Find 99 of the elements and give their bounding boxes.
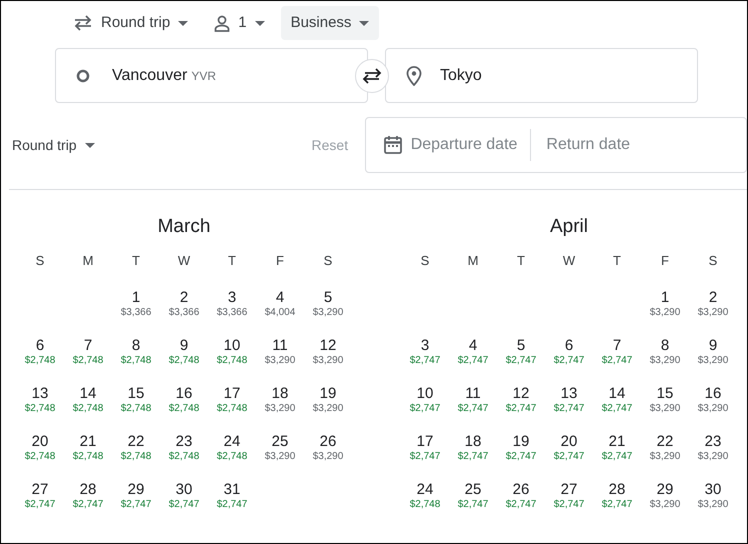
calendar-day[interactable]: 13 $2,747 (545, 384, 593, 432)
calendar-day[interactable]: 22 $3,290 (641, 432, 689, 480)
weekday-label: W (176, 252, 192, 270)
date-field[interactable]: Departure date Return date (364, 117, 747, 173)
location-pin-icon (406, 66, 422, 86)
calendar-day[interactable]: 14 $2,747 (593, 384, 641, 432)
calendar-day[interactable]: 21 $2,748 (64, 432, 112, 480)
weekday-label: M (82, 252, 94, 270)
calendar-day[interactable]: 8 $3,290 (641, 336, 689, 384)
weekday-label: S (708, 252, 718, 270)
calendar-day[interactable]: 5 $3,290 (304, 288, 352, 336)
calendar-day[interactable]: 23 $2,748 (160, 432, 208, 480)
destination-text: Tokyo (440, 66, 482, 86)
calendar-day[interactable]: 10 $2,747 (401, 384, 449, 432)
weekday-label: T (227, 252, 237, 270)
calendar-day[interactable]: 20 $2,748 (16, 432, 64, 480)
trip-type-dropdown[interactable]: Round trip (1, 134, 307, 156)
calendar-day[interactable]: 14 $2,748 (64, 384, 112, 432)
caret-icon (359, 20, 370, 26)
trip-type-dropdown[interactable]: Round trip (63, 6, 198, 40)
weekday-label: T (612, 252, 622, 270)
weekday-label: T (131, 252, 141, 270)
calendar-day[interactable]: 9 $2,748 (160, 336, 208, 384)
calendar-day[interactable]: 28 $2,747 (64, 480, 112, 528)
swap-arrows-icon (362, 68, 382, 84)
calendar-day[interactable]: 30 $2,747 (160, 480, 208, 528)
calendar-day[interactable]: 12 $3,290 (304, 336, 352, 384)
swap-button[interactable] (355, 58, 389, 92)
calendar-day[interactable]: 7 $2,748 (64, 336, 112, 384)
calendar-day[interactable]: 25 $2,747 (449, 480, 497, 528)
calendar-day[interactable]: 26 $3,290 (304, 432, 352, 480)
calendar-day[interactable]: 1 $3,366 (112, 288, 160, 336)
calendar-icon (382, 135, 403, 155)
calendar-day[interactable]: 18 $3,290 (256, 384, 304, 432)
calendar-day[interactable]: 22 $2,748 (112, 432, 160, 480)
weekday-label: M (466, 252, 480, 270)
weekday-label: S (420, 252, 430, 270)
return-date-placeholder: Return date (546, 135, 630, 155)
calendar-day[interactable]: 4 $4,004 (256, 288, 304, 336)
calendar-day[interactable]: 20 $2,747 (545, 432, 593, 480)
caret-icon (178, 20, 188, 26)
calendar-day[interactable]: 11 $3,290 (256, 336, 304, 384)
caret-icon (254, 20, 265, 26)
calendar-day[interactable]: 8 $2,748 (112, 336, 160, 384)
calendar-day[interactable]: 12 $2,747 (497, 384, 545, 432)
passenger-dropdown[interactable]: 1 (204, 6, 275, 40)
calendar-day[interactable]: 15 $3,290 (641, 384, 689, 432)
calendar-day[interactable]: 4 $2,747 (449, 336, 497, 384)
month-title: March (156, 215, 212, 239)
calendar-day[interactable]: 2 $3,290 (689, 288, 737, 336)
month-title: April (548, 215, 589, 239)
person-icon (214, 14, 230, 32)
calendar-day[interactable]: 30 $3,290 (689, 480, 737, 528)
calendar-day[interactable]: 24 $2,748 (401, 480, 449, 528)
swap-arrows-icon (73, 15, 93, 31)
weekday-label: S (322, 252, 334, 270)
calendar-day[interactable]: 29 $2,747 (112, 480, 160, 528)
circle-icon (76, 68, 90, 82)
cabin-class-dropdown[interactable]: Business (280, 6, 380, 40)
destination-field[interactable]: Tokyo (385, 48, 698, 103)
calendar-day[interactable]: 7 $2,747 (593, 336, 641, 384)
calendar-day[interactable]: 18 $2,747 (449, 432, 497, 480)
origin-field[interactable]: Vancouver YVR (55, 48, 368, 103)
calendar-day[interactable]: 9 $3,290 (689, 336, 737, 384)
calendar-day[interactable]: 10 $2,748 (208, 336, 256, 384)
caret-icon (84, 142, 95, 148)
calendar-day[interactable]: 17 $2,747 (401, 432, 449, 480)
weekday-label: F (660, 252, 670, 270)
calendar-day[interactable]: 15 $2,748 (112, 384, 160, 432)
weekday-label: T (516, 252, 526, 270)
calendar-day[interactable]: 13 $2,748 (16, 384, 64, 432)
calendar-day[interactable]: 3 $2,747 (401, 336, 449, 384)
calendar-day[interactable]: 19 $2,747 (497, 432, 545, 480)
calendar-day[interactable]: 5 $2,747 (497, 336, 545, 384)
calendar-day[interactable]: 31 $2,747 (208, 480, 256, 528)
calendar-day[interactable]: 6 $2,747 (545, 336, 593, 384)
calendar-day[interactable]: 3 $3,366 (208, 288, 256, 336)
calendar-day[interactable]: 2 $3,366 (160, 288, 208, 336)
weekday-label: F (275, 252, 285, 270)
calendar-day[interactable]: 16 $2,748 (160, 384, 208, 432)
calendar-day[interactable]: 11 $2,747 (449, 384, 497, 432)
calendar-day[interactable]: 17 $2,748 (208, 384, 256, 432)
calendar-day[interactable]: 28 $2,747 (593, 480, 641, 528)
origin-text: Vancouver YVR (112, 66, 216, 86)
calendar-day[interactable]: 19 $3,290 (304, 384, 352, 432)
calendar-day[interactable]: 29 $3,290 (641, 480, 689, 528)
calendar-day[interactable]: 6 $2,748 (16, 336, 64, 384)
calendar-day[interactable]: 16 $3,290 (689, 384, 737, 432)
departure-date-placeholder: Departure date (410, 135, 518, 155)
calendar-day[interactable]: 27 $2,747 (545, 480, 593, 528)
calendar-day[interactable]: 23 $3,290 (689, 432, 737, 480)
calendar-day[interactable]: 26 $2,747 (497, 480, 545, 528)
calendar-day[interactable]: 24 $2,748 (208, 432, 256, 480)
calendar-day[interactable]: 21 $2,747 (593, 432, 641, 480)
weekday-label: W (562, 252, 576, 270)
calendar-day[interactable]: 27 $2,747 (16, 480, 64, 528)
calendar-day[interactable]: 1 $3,290 (641, 288, 689, 336)
weekday-label: S (34, 252, 46, 270)
calendar-day[interactable]: 25 $3,290 (256, 432, 304, 480)
